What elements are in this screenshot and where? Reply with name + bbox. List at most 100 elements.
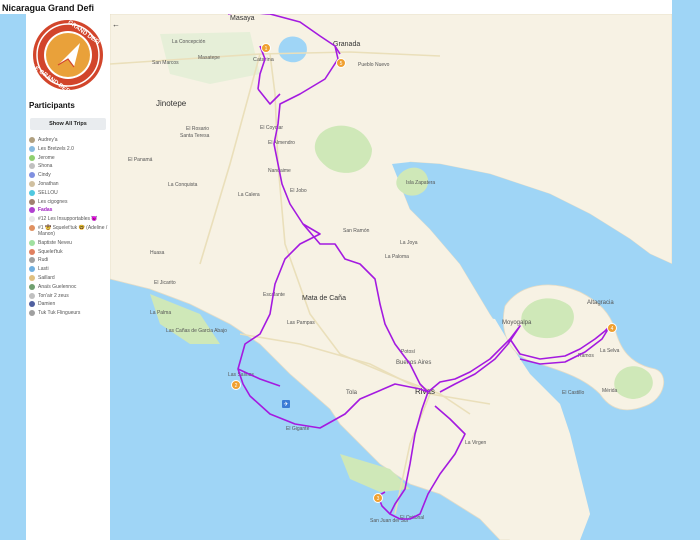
participant-avatar: [29, 224, 35, 231]
laguna-apoyo: [278, 36, 307, 63]
participant-name: Jerome: [38, 154, 55, 161]
label-las-pampas: Las Pampas: [287, 320, 315, 326]
participant-name: Cindy: [38, 172, 51, 179]
label-la-paloma: La Paloma: [385, 254, 409, 260]
marker-5: 5: [340, 61, 343, 67]
participant-item[interactable]: Audrey'a: [29, 137, 109, 143]
label-masaya: Masaya: [230, 15, 255, 22]
label-santa-teresa: Santa Teresa: [180, 133, 210, 139]
marker-2: 2: [235, 383, 238, 389]
map-canvas[interactable]: Masaya Granada Catarina La Concepción Ma…: [110, 14, 672, 540]
participant-avatar: [29, 154, 35, 161]
participant-name: Shona: [38, 163, 53, 170]
participant-avatar: [29, 198, 35, 205]
participant-item[interactable]: Squelet'tuk: [29, 248, 109, 255]
label-el-jobo: El Jobo: [290, 188, 307, 194]
participant-item[interactable]: Tuk Tuk Flingueurs: [29, 310, 109, 317]
participant-item[interactable]: Fadas: [29, 207, 109, 214]
label-el-gigante: El Gigante: [286, 426, 310, 432]
label-san-ramon: San Ramón: [343, 228, 370, 234]
label-el-castillo: El Castillo: [562, 390, 584, 396]
participant-item[interactable]: Les cigognes: [29, 198, 109, 205]
participant-name: Fadas: [38, 207, 53, 214]
participants-heading: Participants: [29, 101, 75, 110]
label-el-almendro: El Almendro: [268, 140, 295, 146]
participant-name: Baptiste Neveu: [38, 239, 72, 246]
participant-name: Jonathan: [38, 180, 59, 187]
label-san-marcos: San Marcos: [152, 60, 179, 66]
label-el-rosario: El Rosario: [186, 126, 209, 132]
participant-item[interactable]: Jonathan: [29, 180, 109, 187]
label-altagracia: Altagracia: [587, 300, 614, 306]
label-zapatera: Isla Zapatera: [406, 180, 435, 186]
participant-name: Les cigognes: [38, 198, 68, 205]
participant-avatar: [29, 239, 35, 246]
participant-item[interactable]: Les Bretzels 2.0: [29, 145, 109, 152]
participant-item[interactable]: Cindy: [29, 172, 109, 179]
label-la-concepcion: La Concepción: [172, 39, 206, 45]
marker-4: 4: [611, 326, 614, 332]
participant-avatar: [29, 292, 35, 299]
participant-item[interactable]: Anaïs Guelennoc: [29, 283, 109, 290]
participant-avatar: [29, 145, 35, 152]
participant-name: Rudi: [38, 257, 49, 264]
participant-name: #12 Les Insupportables 😈: [38, 216, 98, 223]
participant-name: Lasti: [38, 266, 49, 273]
label-la-calera: La Calera: [238, 192, 260, 198]
participant-item[interactable]: #1 🤠 Squelet'tuk 🤓 (Adeline / Manon): [29, 224, 109, 237]
back-arrow-icon[interactable]: ←: [112, 20, 120, 29]
participant-name: Les Bretzels 2.0: [38, 145, 74, 152]
svg-text:✈: ✈: [283, 401, 288, 408]
map-top-bar: [112, 0, 672, 14]
participant-name: Ton'air 2 zeus: [38, 292, 69, 299]
participant-avatar: [29, 189, 35, 196]
show-all-trips-button[interactable]: Show All Trips: [30, 118, 106, 130]
participant-item[interactable]: Ton'air 2 zeus: [29, 292, 109, 299]
participant-item[interactable]: Damien: [29, 301, 109, 308]
participant-item[interactable]: SELLOU: [29, 189, 109, 196]
participant-item[interactable]: #12 Les Insupportables 😈: [29, 216, 109, 223]
grand-defi-logo: GRAND DEFI LE GRAND DEFI: [30, 19, 104, 96]
page-title: Nicaragua Grand Defi: [0, 0, 112, 14]
participant-avatar: [29, 172, 35, 179]
participant-item[interactable]: Rudi: [29, 257, 109, 264]
sidebar: GRAND DEFI LE GRAND DEFI Participants Sh…: [26, 14, 110, 540]
participant-item[interactable]: Jerome: [29, 154, 109, 161]
participant-avatar: [29, 207, 35, 214]
participant-name: Audrey'a: [38, 137, 58, 143]
label-moyogalpa: Moyogalpa: [502, 320, 532, 326]
participant-name: Anaïs Guelennoc: [38, 283, 77, 290]
participant-avatar: [29, 137, 35, 143]
marker-3: 3: [377, 496, 380, 502]
label-masatepe: Masatepe: [198, 55, 220, 61]
label-la-joya: La Joya: [400, 240, 418, 246]
label-el-coyolar: El Coyolar: [260, 125, 283, 131]
label-tola: Tola: [346, 390, 358, 396]
label-la-selva: La Selva: [600, 348, 620, 354]
label-el-jicarito: El Jicarito: [154, 280, 176, 286]
participant-item[interactable]: Baptiste Neveu: [29, 239, 109, 246]
participant-item[interactable]: Saillard: [29, 274, 109, 281]
participant-avatar: [29, 266, 35, 273]
label-la-palma: La Palma: [150, 310, 171, 316]
participant-avatar: [29, 257, 35, 264]
participant-name: SELLOU: [38, 189, 58, 196]
participant-name: Tuk Tuk Flingueurs: [38, 310, 81, 317]
participant-avatar: [29, 248, 35, 255]
participant-item[interactable]: Shona: [29, 163, 109, 170]
participant-avatar: [29, 180, 35, 187]
participant-list: Audrey'a Les Bretzels 2.0 Jerome Shona Cindy…: [29, 137, 109, 319]
participant-avatar: [29, 301, 35, 308]
label-buenos-aires: Buenos Aires: [396, 360, 431, 366]
participant-avatar: [29, 274, 35, 281]
label-la-virgen: La Virgen: [465, 440, 487, 446]
label-granada: Granada: [333, 41, 360, 48]
participant-avatar: [29, 283, 35, 290]
participant-item[interactable]: Lasti: [29, 266, 109, 273]
label-jinotepe: Jinotepe: [156, 99, 187, 108]
label-mata-de-cana: Mata de Caña: [302, 295, 346, 302]
label-pueblo-nuevo: Pueblo Nuevo: [358, 62, 390, 68]
participant-name: #1 🤠 Squelet'tuk 🤓 (Adeline / Manon): [38, 224, 108, 237]
participant-name: Saillard: [38, 274, 55, 281]
label-el-panama: El Panamá: [128, 157, 153, 163]
